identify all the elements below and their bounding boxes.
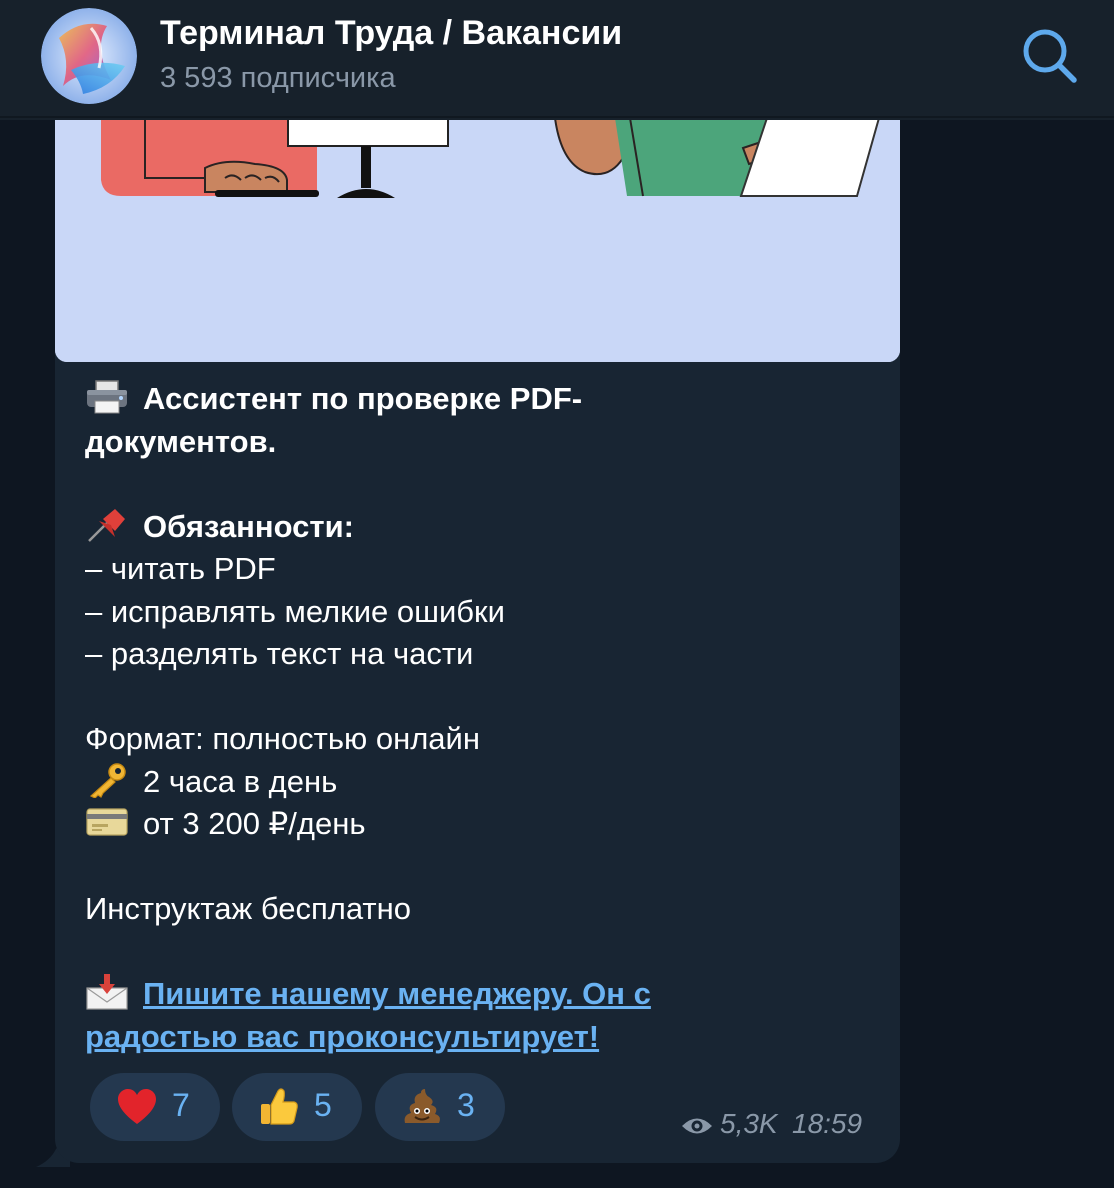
subscriber-count: 3 593 подписчика <box>160 62 396 94</box>
post-text: Ассистент по проверке PDF- документов. О… <box>85 378 875 1058</box>
post-title-line-2: документов. <box>85 423 277 459</box>
channel-avatar[interactable] <box>41 8 137 104</box>
hours-text: 2 часа в день <box>143 763 338 799</box>
contact-manager-link[interactable]: Пишите нашему менеджеру. Он с <box>143 976 651 1011</box>
pay-line: от 3 200 ₽/день <box>85 803 875 846</box>
key-icon <box>89 762 126 798</box>
pay-text: от 3 200 ₽/день <box>143 806 366 841</box>
contact-link-line-1: Пишите нашему менеджеру. Он с <box>85 973 875 1016</box>
message-feed: Ассистент по проверке PDF- документов. О… <box>0 120 1114 1188</box>
duty-item: – исправлять мелкие ошибки <box>85 593 505 629</box>
training-line: Инструктаж бесплатно <box>85 891 411 926</box>
post-title-text-1: Ассистент по проверке PDF- <box>143 381 583 416</box>
eye-icon <box>682 1118 712 1134</box>
reaction-count: 3 <box>457 1087 475 1123</box>
credit-card-icon <box>86 808 128 836</box>
post-illustration[interactable] <box>55 120 900 362</box>
post-title-line-1: Ассистент по проверке PDF- <box>85 378 875 421</box>
duty-item: – разделять текст на части <box>85 636 474 671</box>
reaction-pile-of-poo[interactable]: 3 <box>375 1073 505 1141</box>
duty-item: – читать PDF <box>85 551 276 586</box>
reaction-count: 5 <box>314 1087 332 1123</box>
pushpin-icon <box>88 508 125 542</box>
channel-title[interactable]: Терминал Труда / Вакансии <box>160 14 622 53</box>
message-time: 18:59 <box>792 1108 863 1139</box>
search-icon <box>1023 29 1077 83</box>
envelope-with-arrow-icon <box>86 974 128 1010</box>
contact-manager-link-continued[interactable]: радостью вас проконсультирует! <box>85 1019 599 1054</box>
message-bubble: Ассистент по проверке PDF- документов. О… <box>55 120 900 1163</box>
reaction-count: 7 <box>172 1087 190 1123</box>
red-heart-icon <box>118 1089 156 1124</box>
reaction-heart[interactable]: 7 <box>90 1073 220 1141</box>
search-button[interactable] <box>1016 22 1086 92</box>
pile-of-poo-icon <box>404 1089 440 1123</box>
printer-icon <box>87 380 127 414</box>
format-line: Формат: полностью онлайн <box>85 721 480 756</box>
thumbs-up-icon <box>261 1088 298 1125</box>
reaction-thumbs-up[interactable]: 5 <box>232 1073 362 1141</box>
hours-line: 2 часа в день <box>85 761 875 804</box>
contact-link-line-2: радостью вас проконсультирует! <box>85 1016 875 1059</box>
view-count: 5,3K <box>720 1108 778 1139</box>
duties-heading-text: Обязанности: <box>143 508 354 544</box>
duties-heading: Обязанности: <box>85 506 875 549</box>
chat-header: Терминал Труда / Вакансии 3 593 подписчи… <box>0 0 1114 118</box>
